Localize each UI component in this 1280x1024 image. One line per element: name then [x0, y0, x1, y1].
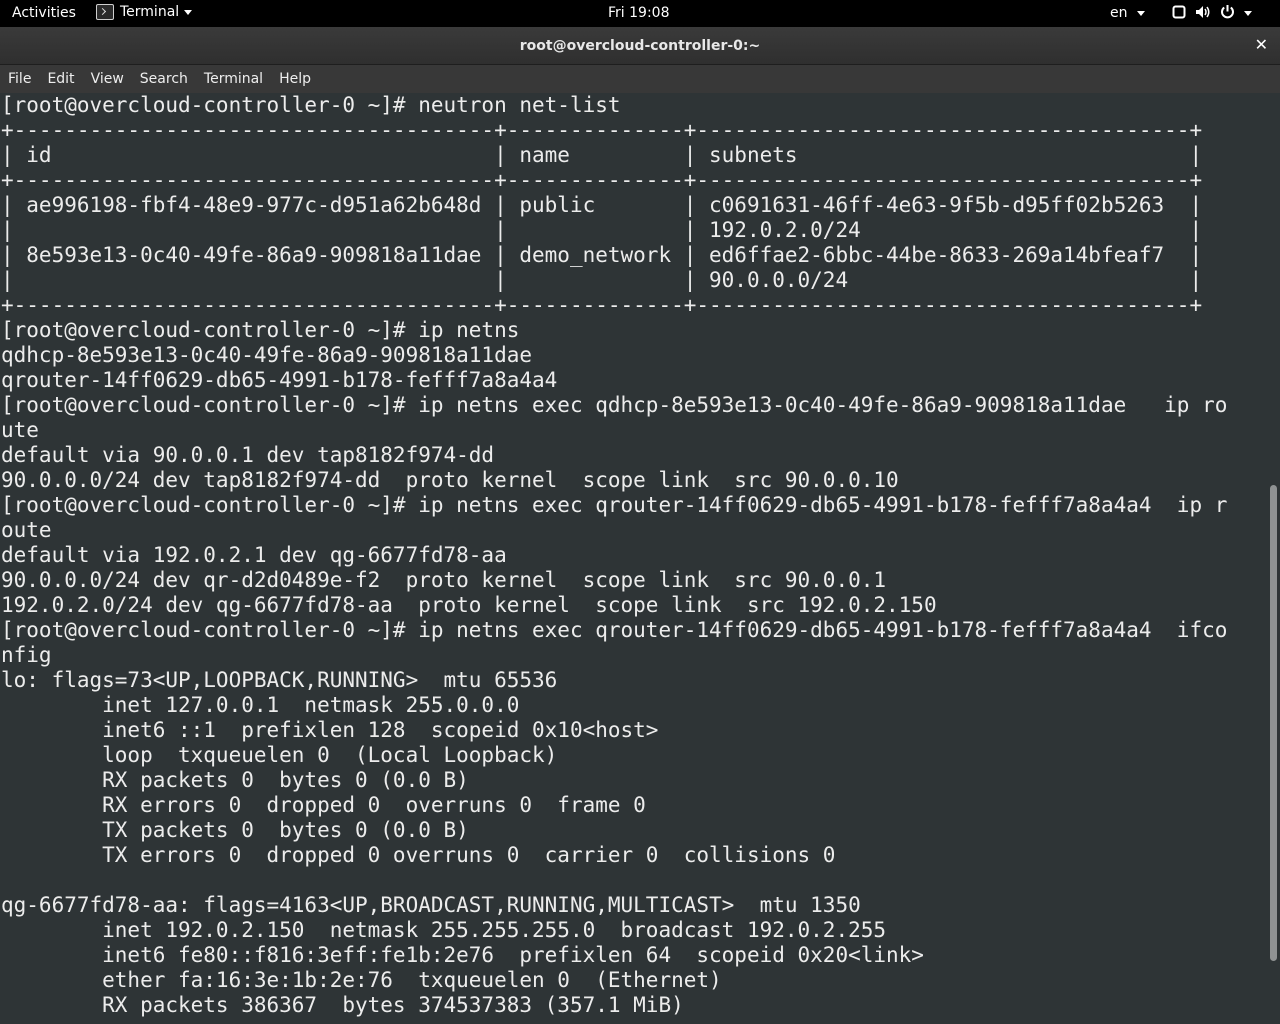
terminal-line: qrouter-14ff0629-db65-4991-b178-fefff7a8… — [1, 368, 558, 392]
terminal-lines: [root@overcloud-controller-0 ~]# neutron… — [0, 93, 1268, 1018]
menu-search[interactable]: Search — [132, 71, 196, 87]
scrollbar[interactable] — [1268, 93, 1280, 1024]
app-menu[interactable]: Terminal — [96, 4, 193, 20]
terminal-line: TX packets 0 bytes 0 (0.0 B) — [1, 818, 469, 842]
terminal-line: [root@overcloud-controller-0 ~]# ip netn… — [1, 618, 1228, 642]
terminal-output[interactable]: [root@overcloud-controller-0 ~]# neutron… — [0, 93, 1268, 1024]
power-icon — [1220, 4, 1235, 23]
window-titlebar[interactable]: root@overcloud-controller-0:~ ✕ — [0, 27, 1280, 65]
terminal-line: nfig — [1, 643, 52, 667]
terminal-line: inet 127.0.0.1 netmask 255.0.0.0 — [1, 693, 520, 717]
window-icon — [1172, 5, 1186, 23]
terminal-line: RX errors 0 dropped 0 overruns 0 frame 0 — [1, 793, 646, 817]
clock[interactable]: Fri 19:08 — [608, 5, 669, 21]
terminal-line: default via 90.0.0.1 dev tap8182f974-dd — [1, 443, 495, 467]
language-label: en — [1110, 5, 1128, 21]
volume-icon — [1195, 5, 1211, 23]
terminal-line: +--------------------------------------+… — [1, 168, 1203, 192]
terminal-line: inet6 fe80::f816:3eff:fe1b:2e76 prefixle… — [1, 943, 924, 967]
menu-view[interactable]: View — [83, 71, 132, 87]
menu-terminal[interactable]: Terminal — [196, 71, 271, 87]
terminal-line: oute — [1, 518, 52, 542]
terminal-line: | | | 90.0.0.0/24 | — [1, 268, 1203, 292]
terminal-line: 90.0.0.0/24 dev qr-d2d0489e-f2 proto ker… — [1, 568, 887, 592]
terminal-line: [root@overcloud-controller-0 ~]# ip netn… — [1, 318, 520, 342]
chevron-down-icon — [1244, 11, 1252, 16]
menu-file[interactable]: File — [0, 71, 39, 87]
chevron-down-icon — [184, 9, 193, 15]
terminal-line: TX errors 0 dropped 0 overruns 0 carrier… — [1, 843, 836, 867]
menu-edit[interactable]: Edit — [39, 71, 82, 87]
terminal-line: lo: flags=73<UP,LOOPBACK,RUNNING> mtu 65… — [1, 668, 558, 692]
terminal-line: RX packets 386367 bytes 374537383 (357.1… — [1, 993, 684, 1017]
app-menu-label: Terminal — [120, 4, 180, 20]
terminal-line: ute — [1, 418, 39, 442]
terminal-line: loop txqueuelen 0 (Local Loopback) — [1, 743, 558, 767]
terminal-line: | id | name | subnets | — [1, 143, 1203, 167]
scrollbar-thumb[interactable] — [1270, 485, 1277, 961]
terminal-line: default via 192.0.2.1 dev qg-6677fd78-aa — [1, 543, 507, 567]
terminal-line: [root@overcloud-controller-0 ~]# ip netn… — [1, 493, 1228, 517]
activities-button[interactable]: Activities — [12, 5, 76, 21]
window-title: root@overcloud-controller-0:~ — [519, 38, 761, 54]
terminal-line: | ae996198-fbf4-48e9-977c-d951a62b648d |… — [1, 193, 1203, 217]
chevron-down-icon — [1136, 10, 1145, 16]
terminal-line: 90.0.0.0/24 dev tap8182f974-dd proto ker… — [1, 468, 899, 492]
close-icon[interactable]: ✕ — [1255, 35, 1268, 54]
menu-bar: File Edit View Search Terminal Help — [0, 65, 1280, 93]
terminal-line: inet 192.0.2.150 netmask 255.255.255.0 b… — [1, 918, 887, 942]
terminal-line: inet6 ::1 prefixlen 128 scopeid 0x10<hos… — [1, 718, 659, 742]
terminal-line: qdhcp-8e593e13-0c40-49fe-86a9-909818a11d… — [1, 343, 533, 367]
terminal-line: ether fa:16:3e:1b:2e:76 txqueuelen 0 (Et… — [1, 968, 722, 992]
terminal-line: qg-6677fd78-aa: flags=4163<UP,BROADCAST,… — [1, 893, 861, 917]
terminal-line: 192.0.2.0/24 dev qg-6677fd78-aa proto ke… — [1, 593, 937, 617]
terminal-line: | | | 192.0.2.0/24 | — [1, 218, 1203, 242]
terminal-line: | 8e593e13-0c40-49fe-86a9-909818a11dae |… — [1, 243, 1203, 267]
terminal-line: +--------------------------------------+… — [1, 118, 1203, 142]
menu-help[interactable]: Help — [271, 71, 319, 87]
language-indicator[interactable]: en — [1110, 5, 1145, 21]
terminal-line: RX packets 0 bytes 0 (0.0 B) — [1, 768, 469, 792]
terminal-line: +--------------------------------------+… — [1, 293, 1203, 317]
top-bar: Activities Terminal Fri 19:08 en — [0, 0, 1280, 27]
terminal-icon — [96, 4, 114, 20]
system-menu[interactable] — [1172, 4, 1252, 23]
terminal-line: [root@overcloud-controller-0 ~]# neutron… — [1, 93, 621, 117]
terminal-line: [root@overcloud-controller-0 ~]# ip netn… — [1, 393, 1228, 417]
